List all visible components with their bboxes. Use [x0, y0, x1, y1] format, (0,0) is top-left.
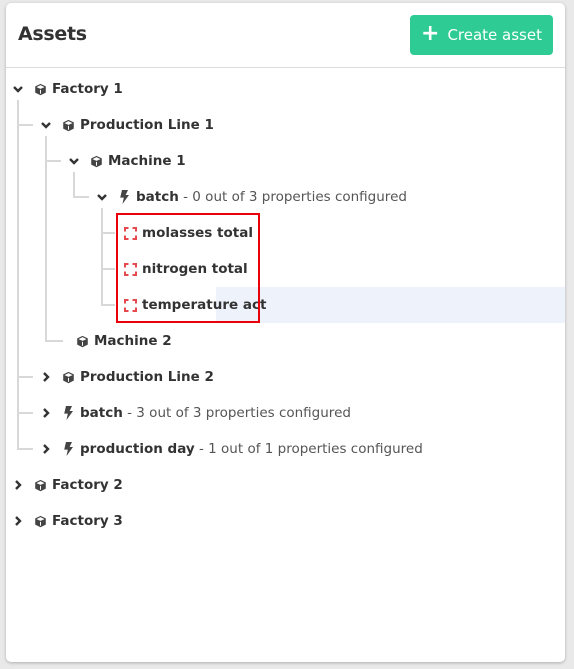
cube-icon: [76, 335, 89, 348]
unconfigured-property-icon: [124, 226, 137, 240]
cube-icon: [34, 479, 47, 492]
tree-row-nitrogen-total[interactable]: nitrogen total: [6, 251, 565, 287]
assets-panel: Assets + Create asset Factory 1 Productio…: [6, 3, 565, 662]
tree-row-factory-1[interactable]: Factory 1: [6, 71, 565, 107]
asset-tree: Factory 1 Production Line 1 Machine 1 batch…: [6, 68, 565, 662]
chevron-right-icon[interactable]: [12, 515, 24, 527]
page-title: Assets: [18, 23, 87, 45]
tree-row-label: Factory 3: [52, 513, 123, 529]
tree-row-label: Machine 1: [108, 153, 186, 169]
asset-name: Production Line 1: [80, 117, 214, 133]
tree-row-label: temperature act: [142, 297, 266, 313]
asset-name: Production Line 2: [80, 369, 214, 385]
properties-status: - 0 out of 3 properties configured: [178, 189, 407, 205]
cube-icon: [90, 155, 103, 168]
tree-row-production-day[interactable]: production day - 1 out of 1 properties c…: [6, 431, 565, 467]
chevron-right-icon[interactable]: [12, 479, 24, 491]
chevron-down-icon[interactable]: [40, 119, 52, 131]
asset-name: Machine 2: [94, 333, 172, 349]
asset-name: Factory 1: [52, 81, 123, 97]
tree-row-label: Production Line 1: [80, 117, 214, 133]
tree-connector-line: [17, 124, 33, 126]
asset-name: batch: [80, 405, 123, 421]
tree-row-label: Factory 2: [52, 477, 123, 493]
tree-row-molasses-total[interactable]: molasses total: [6, 215, 565, 251]
tree-row-batch-1[interactable]: batch - 0 out of 3 properties configured: [6, 179, 565, 215]
chevron-right-icon[interactable]: [40, 407, 52, 419]
bolt-icon: [62, 406, 75, 420]
create-asset-label: Create asset: [447, 26, 542, 44]
asset-name: batch: [136, 189, 179, 205]
tree-connector-line: [101, 304, 115, 306]
tree-connector-line: [101, 232, 115, 234]
properties-status: - 1 out of 1 properties configured: [194, 441, 423, 457]
tree-row-label: nitrogen total: [142, 261, 248, 277]
tree-row-label: batch - 0 out of 3 properties configured: [136, 189, 407, 205]
tree-row-factory-3[interactable]: Factory 3: [6, 503, 565, 539]
tree-connector-line: [45, 136, 47, 342]
tree-connector-line: [101, 268, 115, 270]
chevron-right-icon[interactable]: [40, 443, 52, 455]
tree-connector-line: [17, 100, 19, 450]
cube-icon: [62, 119, 75, 132]
cube-icon: [62, 371, 75, 384]
unconfigured-property-icon: [124, 298, 137, 312]
tree-row-label: batch - 3 out of 3 properties configured: [80, 405, 351, 421]
asset-name: Factory 2: [52, 477, 123, 493]
plus-icon: +: [421, 21, 440, 46]
tree-row-machine-1[interactable]: Machine 1: [6, 143, 565, 179]
cube-icon: [34, 83, 47, 96]
create-asset-button[interactable]: + Create asset: [410, 15, 553, 55]
tree-row-machine-2[interactable]: Machine 2: [6, 323, 565, 359]
tree-connector-line: [17, 376, 33, 378]
asset-name: molasses total: [142, 225, 253, 241]
tree-row-temperature-act[interactable]: temperature act: [124, 287, 565, 323]
chevron-down-icon[interactable]: [68, 155, 80, 167]
tree-row-production-line-2[interactable]: Production Line 2: [6, 359, 565, 395]
chevron-down-icon[interactable]: [12, 83, 24, 95]
chevron-down-icon[interactable]: [96, 191, 108, 203]
properties-status: - 3 out of 3 properties configured: [122, 405, 351, 421]
tree-connector-line: [17, 412, 33, 414]
chevron-right-icon[interactable]: [40, 371, 52, 383]
bolt-icon: [118, 190, 131, 204]
bolt-icon: [62, 442, 75, 456]
tree-connector-line: [45, 340, 63, 342]
unconfigured-property-icon: [124, 262, 137, 276]
asset-name: production day: [80, 441, 195, 457]
tree-row-batch-2[interactable]: batch - 3 out of 3 properties configured: [6, 395, 565, 431]
tree-connector-line: [73, 172, 75, 198]
tree-connector-line: [101, 208, 103, 306]
asset-name: temperature act: [142, 297, 267, 313]
tree-connector-line: [73, 196, 89, 198]
tree-row-label: molasses total: [142, 225, 253, 241]
tree-row-label: production day - 1 out of 1 properties c…: [80, 441, 423, 457]
tree-row-production-line-1[interactable]: Production Line 1: [6, 107, 565, 143]
tree-row-label: Factory 1: [52, 81, 123, 97]
cube-icon: [34, 515, 47, 528]
asset-name: nitrogen total: [142, 261, 248, 277]
asset-name: Factory 3: [52, 513, 123, 529]
tree-row-label: Production Line 2: [80, 369, 214, 385]
tree-connector-line: [17, 448, 33, 450]
tree-row-factory-2[interactable]: Factory 2: [6, 467, 565, 503]
panel-header: Assets + Create asset: [6, 3, 565, 68]
tree-connector-line: [45, 160, 61, 162]
tree-row-label: Machine 2: [94, 333, 172, 349]
asset-name: Machine 1: [108, 153, 186, 169]
